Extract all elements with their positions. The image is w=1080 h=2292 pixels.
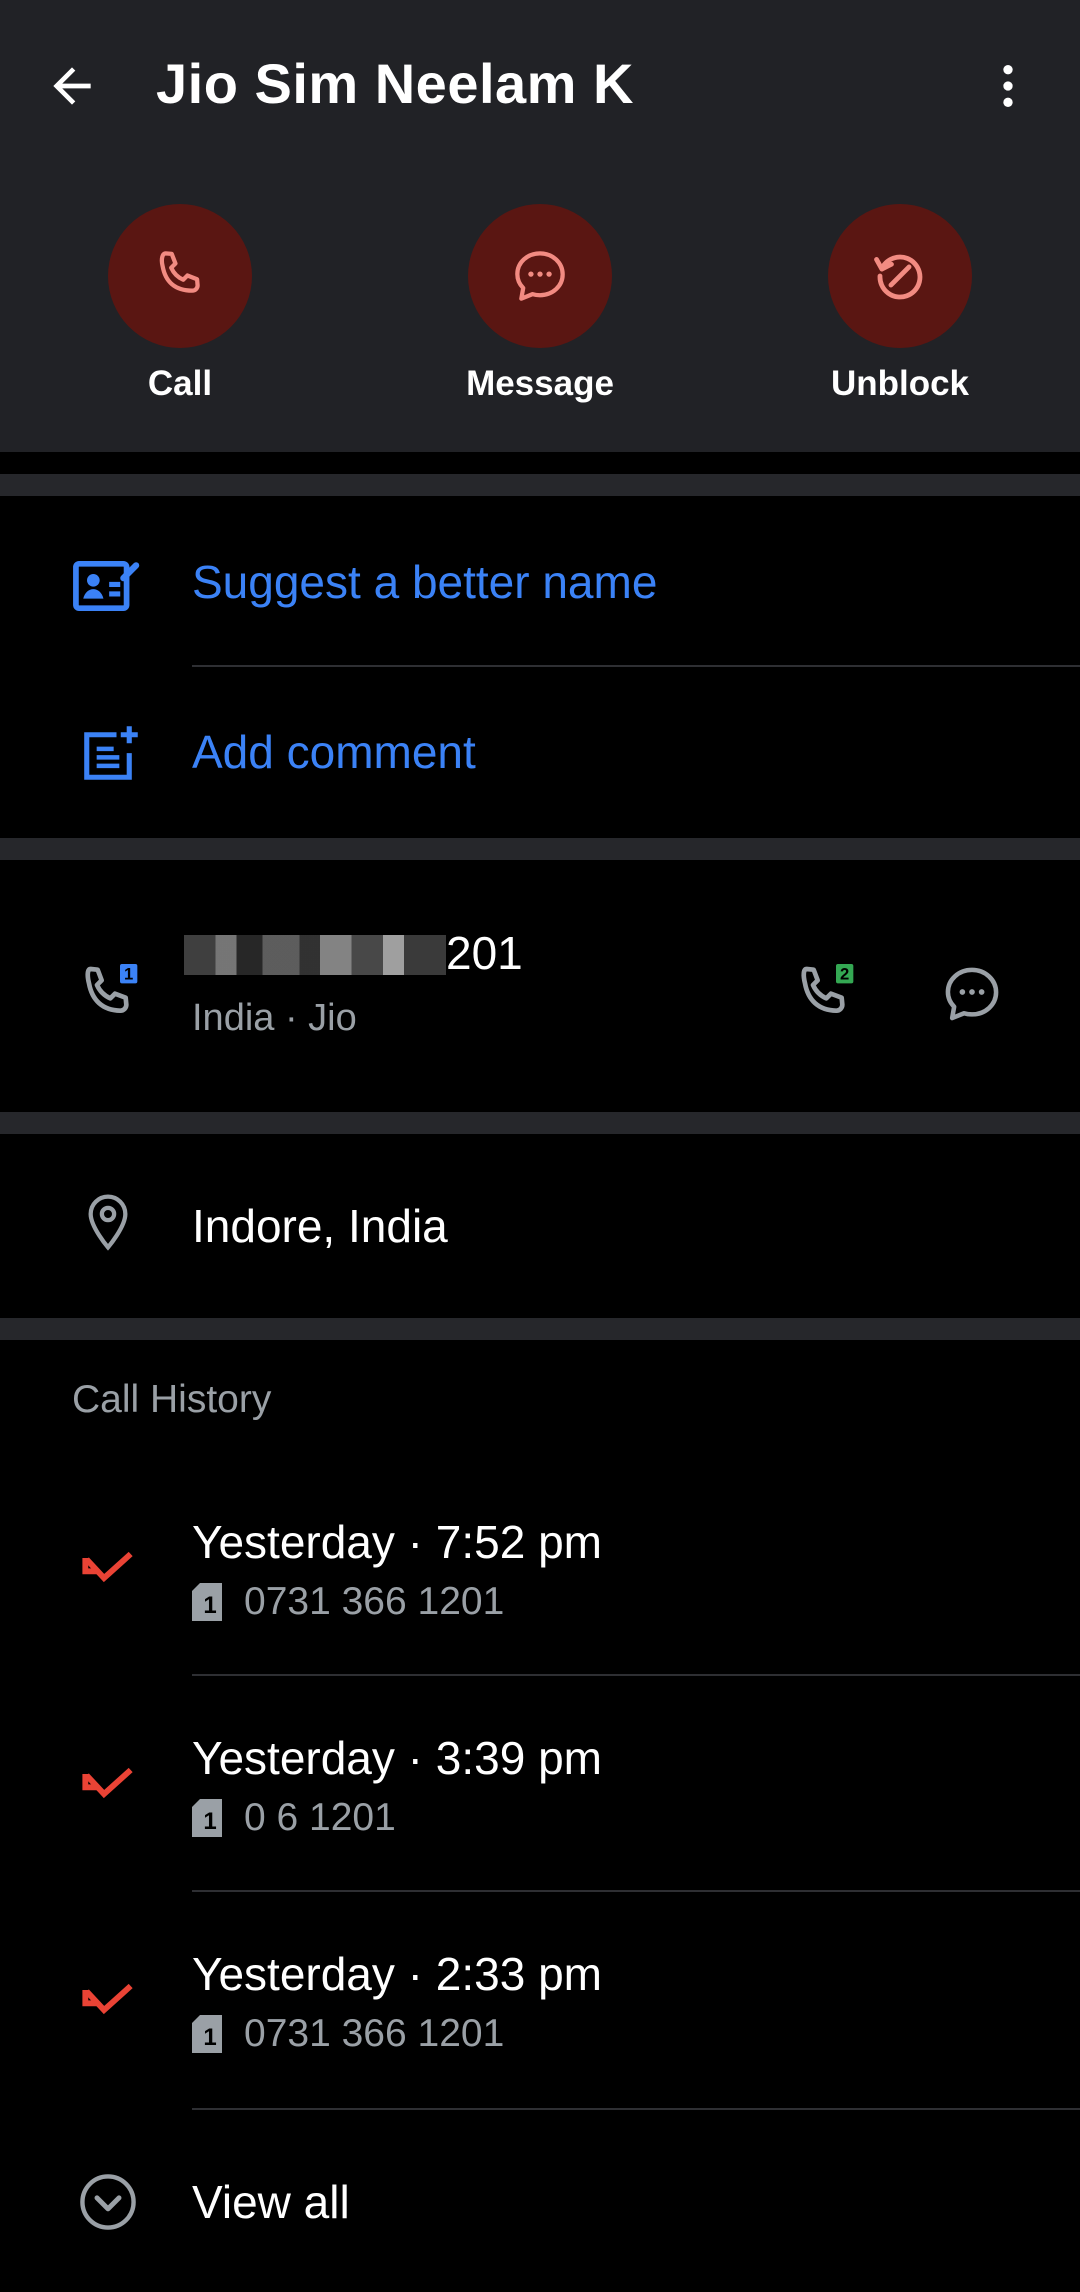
section-divider	[0, 1112, 1080, 1134]
unblock-icon	[874, 254, 923, 300]
expand-circle-icon	[72, 2166, 144, 2238]
svg-text:1: 1	[203, 2024, 216, 2051]
call-history-entry[interactable]: Yesterday · 2:33 pm 1 0731 366 1201	[0, 1916, 1080, 2108]
message-button[interactable]	[468, 204, 612, 348]
call-action[interactable]: Call	[70, 204, 290, 406]
phone-number: 201	[184, 925, 523, 981]
phone-icon	[159, 251, 200, 293]
section-divider	[0, 1318, 1080, 1340]
unblock-button[interactable]	[828, 204, 972, 348]
call-history-entry[interactable]: Yesterday · 3:39 pm 1 0 6 1201	[0, 1700, 1080, 1892]
message-label: Message	[466, 364, 614, 403]
add-note-icon	[72, 720, 144, 792]
back-button[interactable]	[36, 50, 108, 122]
section-divider	[0, 474, 1080, 496]
row-divider	[192, 1890, 1080, 1892]
sim2-call-icon: 2	[801, 964, 854, 1013]
more-options-button[interactable]	[972, 50, 1044, 122]
more-vert-icon	[1003, 65, 1013, 107]
missed-call-icon	[72, 1750, 144, 1822]
sms-button[interactable]	[932, 954, 1012, 1034]
edit-contact-icon	[68, 548, 144, 624]
arrow-back-icon	[53, 67, 91, 105]
add-comment-link[interactable]: Add comment	[192, 724, 476, 780]
call-label: Call	[147, 364, 213, 403]
location-text: Indore, India	[192, 1200, 448, 1252]
call-number: 1 0731 366 1201	[192, 2010, 504, 2058]
svg-text:1: 1	[203, 1592, 216, 1619]
carrier-info: India · Jio	[192, 997, 357, 1039]
suggest-name-link[interactable]: Suggest a better name	[192, 554, 657, 610]
unblock-label: Unblock	[830, 364, 970, 403]
call-history-entry[interactable]: Yesterday · 7:52 pm 1 0731 366 1201	[0, 1484, 1080, 1676]
contact-header: Jio Sim Neelam K Call Message Unblock	[0, 0, 1080, 452]
redacted-digits	[184, 935, 446, 975]
call-time: Yesterday · 7:52 pm	[192, 1516, 602, 1568]
missed-call-icon	[72, 1534, 144, 1606]
suggest-name-row[interactable]: Suggest a better name	[0, 500, 1080, 666]
section-divider	[0, 838, 1080, 860]
location-pin-icon	[72, 1186, 144, 1258]
sim-card-icon: 1	[192, 1799, 226, 1837]
call-number: 1 0731 366 1201	[192, 1578, 504, 1626]
location-row[interactable]: Indore, India	[0, 1134, 1080, 1318]
view-all-row[interactable]: View all	[0, 2112, 1080, 2292]
sim2-call-button[interactable]: 2	[786, 954, 866, 1034]
missed-call-icon	[72, 1966, 144, 2038]
row-divider	[192, 2108, 1080, 2110]
sim1-call-icon[interactable]: 1	[70, 954, 150, 1034]
row-divider	[192, 665, 1080, 667]
svg-text:2: 2	[840, 964, 849, 983]
sim-card-icon: 1	[192, 1583, 226, 1621]
call-number: 1 0 6 1201	[192, 1794, 396, 1842]
view-all-link[interactable]: View all	[192, 2174, 350, 2230]
chat-bubble-icon	[515, 251, 565, 301]
svg-text:1: 1	[124, 964, 133, 983]
phone-number-row[interactable]: 1 201 India · Jio 2	[0, 860, 1080, 1112]
sim-card-icon: 1	[192, 2015, 226, 2053]
unblock-action[interactable]: Unblock	[790, 204, 1010, 406]
chat-bubble-icon	[945, 967, 999, 1021]
call-history-title: Call History	[72, 1378, 272, 1421]
call-time: Yesterday · 3:39 pm	[192, 1732, 602, 1784]
message-action[interactable]: Message	[430, 204, 650, 406]
row-divider	[192, 1674, 1080, 1676]
call-button[interactable]	[108, 204, 252, 348]
contact-name: Jio Sim Neelam K	[156, 52, 634, 115]
svg-text:1: 1	[203, 1808, 216, 1835]
call-time: Yesterday · 2:33 pm	[192, 1948, 602, 2000]
add-comment-row[interactable]: Add comment	[0, 668, 1080, 836]
